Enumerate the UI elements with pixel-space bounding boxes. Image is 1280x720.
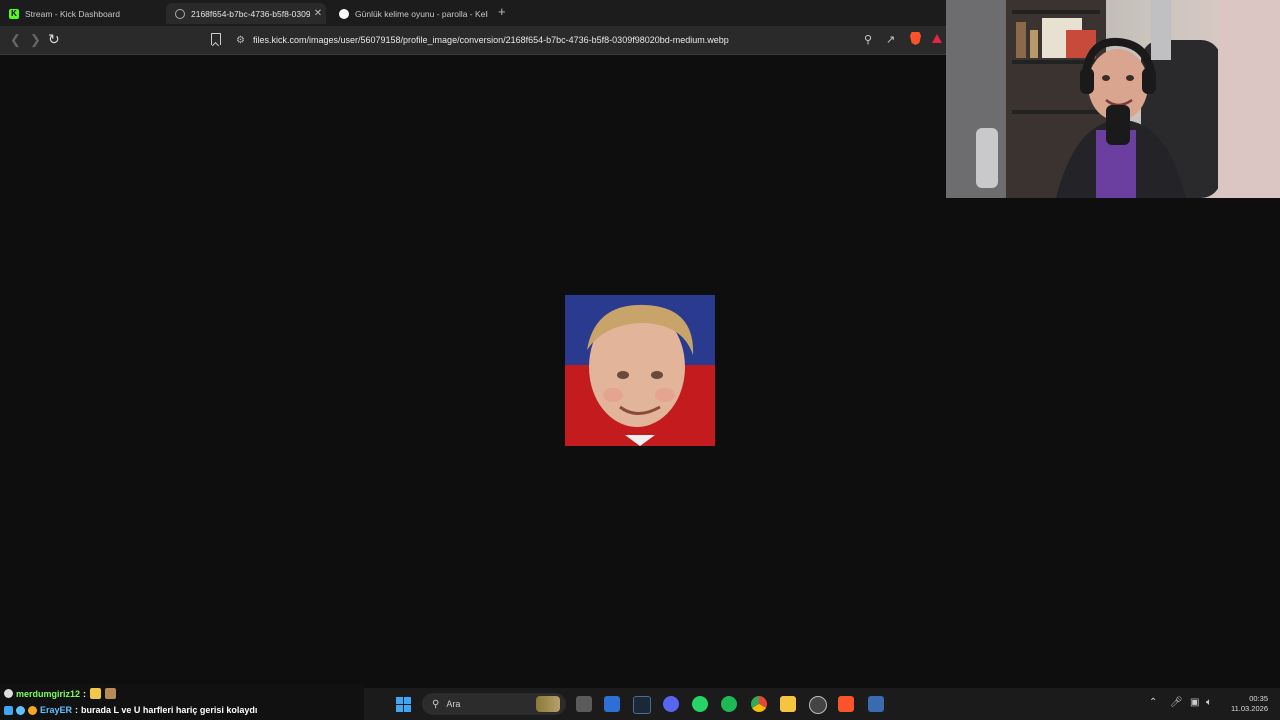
chat-overlay: merdumgiriz12 : ErayER : burada L ve U h… [0, 684, 364, 720]
microsoft-store-icon[interactable] [604, 696, 620, 712]
close-tab-icon[interactable]: ✕ [310, 8, 326, 19]
tab-kick-dashboard[interactable]: K Stream - Kick Dashboard [0, 3, 165, 24]
brave-shields-icon[interactable] [910, 32, 921, 45]
globe-icon [175, 8, 185, 19]
webcam-feed [946, 0, 1280, 198]
taskbar: ⚲ Ara ⌃ 🎤︎ ▣ 🔈︎ 00:35 11.03.2026 [364, 688, 1280, 720]
system-clock[interactable]: 00:35 11.03.2026 [1231, 694, 1268, 714]
badge-icon [4, 689, 13, 698]
chat-username: merdumgiriz12 [16, 688, 81, 699]
task-view-icon[interactable] [576, 696, 592, 712]
chevron-up-icon[interactable]: ⌃ [1149, 697, 1157, 708]
windows-start-icon[interactable] [396, 697, 411, 712]
search-highlight-icon [536, 696, 560, 712]
new-tab-button[interactable]: + [498, 4, 506, 19]
chat-message: ErayER : burada L ve U harfleri hariç ge… [4, 705, 257, 715]
chat-text: burada L ve U harfleri hariç gerisi kola… [81, 705, 258, 715]
share-icon[interactable]: ↗ [886, 33, 895, 46]
emote-icon [105, 688, 117, 699]
chat-message: merdumgiriz12 : [4, 688, 117, 699]
image-viewer [0, 55, 946, 685]
tab-title: Stream - Kick Dashboard [25, 8, 120, 19]
file-explorer-icon[interactable] [780, 696, 796, 712]
microphone-icon[interactable]: 🎤︎ [1170, 697, 1183, 708]
site-info-icon[interactable]: ⚙ [236, 35, 245, 46]
volume-icon[interactable]: 🔈︎ [1206, 697, 1212, 708]
profile-image [565, 295, 715, 446]
brave-icon[interactable] [838, 696, 854, 712]
tab-bar: K Stream - Kick Dashboard 2168f654-b7bc-… [0, 0, 946, 26]
search-placeholder: Ara [446, 699, 461, 709]
steam-icon[interactable] [633, 696, 651, 714]
tab-title: Günlük kelime oyunu - parolla - Kelim [355, 8, 488, 19]
forward-icon[interactable]: ❯ [30, 32, 41, 48]
search-icon: ⚲ [432, 698, 440, 710]
chat-username: ErayER [40, 705, 73, 715]
bookmark-icon[interactable] [211, 33, 221, 45]
taskbar-search[interactable]: ⚲ Ara [422, 693, 566, 715]
clock-date: 11.03.2026 [1231, 704, 1268, 713]
emote-icon [90, 688, 102, 699]
browser-toolbar: ❮ ❯ ↻ ⚙ files.kick.com/images/user/56079… [0, 26, 946, 55]
tab-parolla[interactable]: Günlük kelime oyunu - parolla - Kelim [330, 3, 488, 24]
url-text[interactable]: files.kick.com/images/user/56079158/prof… [253, 35, 729, 45]
tab-title: 2168f654-b7bc-4736-b5f8-0309f [191, 8, 310, 19]
reload-icon[interactable]: ↻ [48, 31, 60, 48]
network-icon[interactable]: ▣ [1190, 697, 1199, 708]
chat-separator: : [83, 688, 87, 699]
discord-icon[interactable] [663, 696, 679, 712]
address-bar[interactable]: ⚙ files.kick.com/images/user/56079158/pr… [232, 30, 862, 50]
badge-icon [4, 705, 13, 715]
obs-icon[interactable] [809, 696, 827, 714]
profile-photo [565, 295, 715, 446]
chrome-icon[interactable] [751, 696, 767, 712]
back-icon[interactable]: ❮ [10, 32, 21, 48]
whatsapp-icon[interactable] [692, 696, 708, 712]
spotify-icon[interactable] [721, 696, 737, 712]
badge-icon [16, 705, 25, 715]
chat-separator: : [75, 705, 79, 715]
tab-profile-image[interactable]: 2168f654-b7bc-4736-b5f8-0309f ✕ [166, 3, 326, 24]
brave-rewards-icon[interactable] [932, 34, 942, 43]
app-icon[interactable] [868, 696, 884, 712]
clock-time: 00:35 [1249, 694, 1268, 703]
badge-icon [28, 705, 37, 715]
webcam-overlay [946, 0, 1280, 198]
parolla-icon [339, 8, 349, 19]
kick-icon: K [9, 8, 19, 19]
zoom-icon[interactable]: ⚲ [864, 33, 872, 46]
